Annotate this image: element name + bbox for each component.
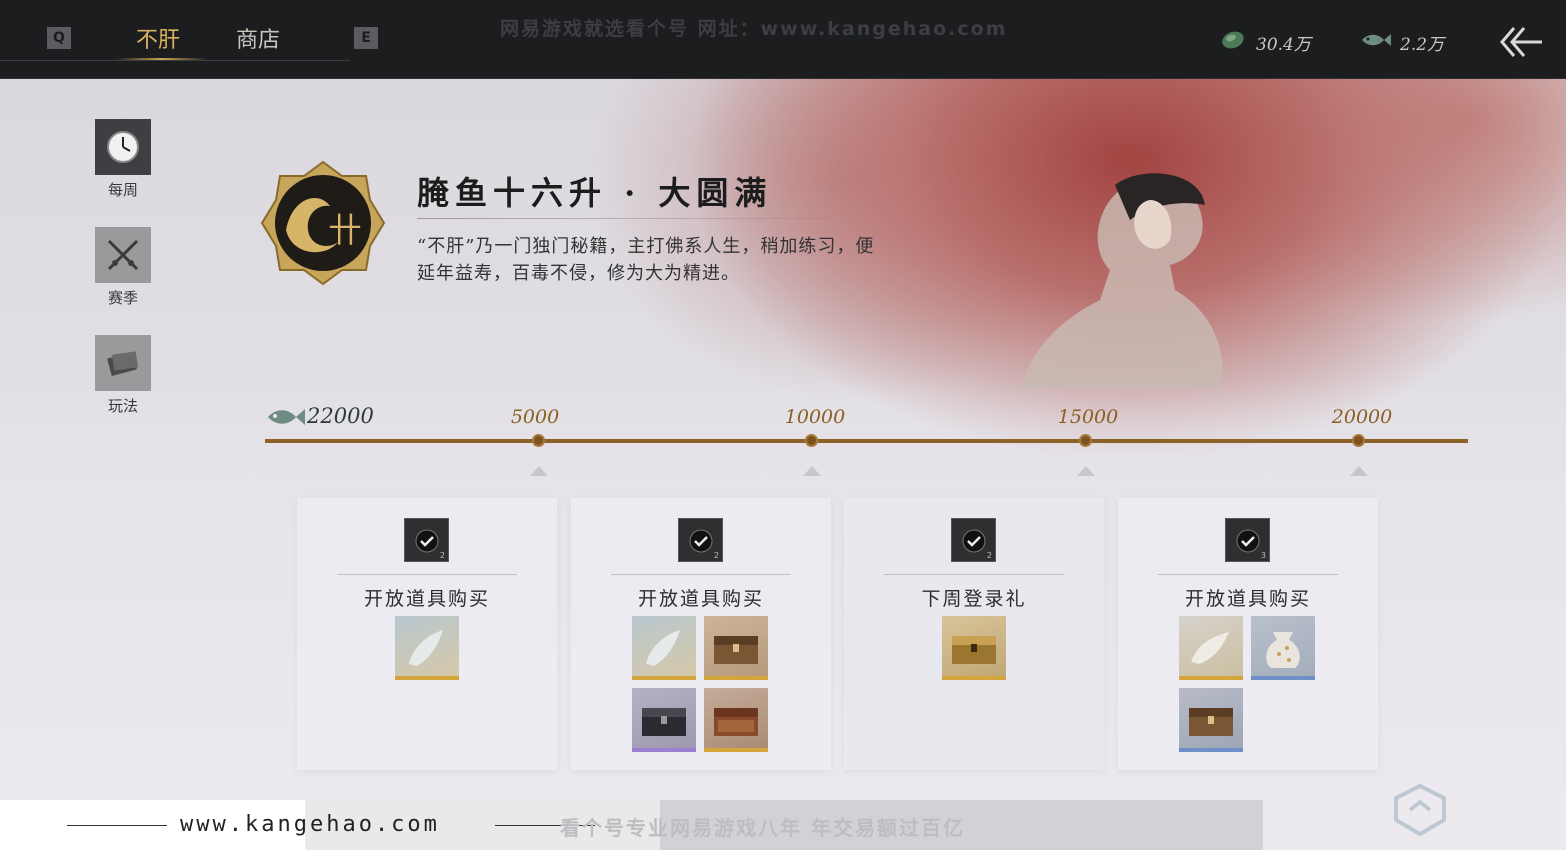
back-arrow-icon[interactable]: [1496, 24, 1544, 60]
progress-track: [265, 439, 1468, 443]
fish-currency-value: 2.2万: [1400, 35, 1445, 55]
jade-currency-value: 30.4万: [1256, 35, 1311, 55]
crystal-fish-item[interactable]: [1179, 616, 1243, 680]
claim-count: 2: [713, 551, 719, 560]
title-divider: [417, 218, 831, 219]
reward-card[interactable]: 2 开放道具购买: [571, 498, 831, 770]
key-hint-q[interactable]: Q: [47, 27, 71, 49]
footer-url: www.kangehao.com: [180, 812, 440, 837]
scroll-book-icon: [95, 335, 151, 391]
milestone-dot: [1079, 434, 1092, 447]
claim-count: 3: [1260, 551, 1266, 560]
watermark-text: 网易游戏就选看个号 网址：www.kangehao.com: [500, 18, 1008, 40]
caret-up-icon: [530, 466, 548, 476]
fish-badge-icon: 卄: [260, 160, 386, 286]
ornate-chest-item[interactable]: [704, 688, 768, 752]
sidebar-item-label: 每周: [107, 181, 138, 199]
salted-fish-icon: [1362, 34, 1391, 46]
footer-watermark: www.kangehao.com 看个号专业网易游戏八年 年交易额过百亿: [0, 800, 1566, 850]
dark-chest-item[interactable]: [632, 688, 696, 752]
claimed-check-icon: 3: [1225, 518, 1270, 562]
reward-card[interactable]: 2 下周登录礼: [844, 498, 1104, 770]
key-hint-e[interactable]: E: [354, 27, 378, 49]
milestone-label: 10000: [784, 406, 846, 428]
milestone-dot: [1352, 434, 1365, 447]
reward-name: 开放道具购买: [363, 588, 490, 610]
reward-card[interactable]: 2 开放道具购买: [297, 498, 557, 770]
wooden-chest-item[interactable]: [1179, 688, 1243, 752]
page-title: 腌鱼十六升 · 大圆满: [417, 174, 773, 212]
pouch-bag-item[interactable]: [1251, 616, 1315, 680]
claim-count: 2: [439, 551, 445, 560]
progress-current-value: 22000: [307, 404, 374, 428]
crossed-swords-icon: [95, 227, 151, 283]
milestone-label: 5000: [510, 406, 560, 428]
reward-card[interactable]: 3 开放道具购买: [1118, 498, 1378, 770]
salted-fish-icon: [268, 409, 305, 425]
tab-bugan[interactable]: 不肝: [136, 22, 180, 54]
crystal-fish-item[interactable]: [395, 616, 459, 680]
clock-icon: [95, 119, 151, 175]
claimed-check-icon: 2: [678, 518, 723, 562]
page-description: “不肝”乃一门独门秘籍，主打佛系人生，稍加练习，便延年益寿，百毒不侵，修为大为精…: [417, 236, 875, 284]
claim-count: 2: [986, 551, 992, 560]
caret-up-icon: [1350, 466, 1368, 476]
milestone-dot: [805, 434, 818, 447]
sidebar-item-label: 玩法: [107, 397, 138, 415]
wooden-chest-item[interactable]: [704, 616, 768, 680]
milestone-label: 15000: [1057, 406, 1119, 428]
caret-up-icon: [803, 466, 821, 476]
milestone-label: 20000: [1331, 406, 1393, 428]
claimed-check-icon: 2: [404, 518, 449, 562]
sidebar-item-label: 赛季: [107, 289, 138, 307]
character-illustration: [1020, 173, 1223, 390]
caret-up-icon: [1077, 466, 1095, 476]
reward-name: 下周登录礼: [921, 588, 1027, 610]
footer-slogan: 看个号专业网易游戏八年 年交易额过百亿: [560, 816, 965, 840]
top-bar: Q 不肝 商店 E 网易游戏就选看个号 网址：www.kangehao.com …: [0, 0, 1566, 79]
sidebar-item-gameplay[interactable]: 玩法: [95, 335, 151, 416]
watermark-logo-icon: [1394, 783, 1446, 837]
reward-name: 开放道具购买: [1184, 588, 1311, 610]
tab-divider: [0, 60, 350, 61]
reward-name: 开放道具购买: [637, 588, 764, 610]
sidebar-item-weekly[interactable]: 每周: [95, 119, 151, 200]
claimed-check-icon: 2: [951, 518, 996, 562]
milestone-dot: [532, 434, 545, 447]
sidebar-item-season[interactable]: 赛季: [95, 227, 151, 308]
crystal-fish-item[interactable]: [632, 616, 696, 680]
golden-chest-item[interactable]: [942, 616, 1006, 680]
tab-shop[interactable]: 商店: [236, 22, 280, 54]
jade-coin-icon: [1222, 31, 1244, 49]
svg-text:卄: 卄: [328, 211, 362, 251]
